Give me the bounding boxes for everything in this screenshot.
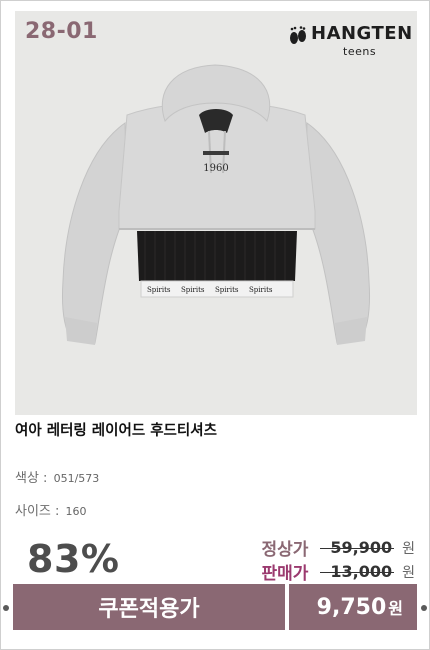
sale-price-row: 판매가 13,000 원 (261, 559, 415, 584)
product-card[interactable]: 1960 Spirits Spirits Spirits Spirits 28-… (0, 0, 430, 650)
color-row: 색상 : 051/573 (15, 467, 99, 486)
size-label: 사이즈 : (15, 504, 60, 519)
sale-price-label: 판매가 (261, 564, 309, 584)
brand-sub: teens (343, 45, 377, 58)
product-title[interactable]: 여아 레터링 레이어드 후드티셔츠 (15, 419, 217, 440)
sale-price-won: 원 (402, 564, 415, 581)
coupon-price-button[interactable]: 쿠폰적용가 (13, 584, 285, 630)
band-text-1: Spirits (147, 286, 171, 294)
color-value: 051/573 (53, 472, 100, 485)
final-price[interactable]: 9,750 원 (289, 584, 417, 630)
brand-logo: HANGTEN teens (287, 21, 412, 63)
hoodie-illustration: 1960 Spirits Spirits Spirits Spirits (62, 64, 370, 345)
size-value: 160 (65, 505, 87, 518)
size-row: 사이즈 : 160 (15, 500, 87, 519)
discount-rate: 83% (27, 537, 120, 581)
sale-price-value: 13,000 (320, 562, 394, 581)
regular-price-value: 59,900 (320, 538, 394, 557)
left-dot (3, 605, 9, 611)
band-text-3: Spirits (215, 286, 239, 294)
color-label: 색상 : (15, 471, 48, 486)
band-text-4: Spirits (249, 286, 273, 294)
regular-price-label: 정상가 (261, 540, 309, 560)
regular-price-won: 원 (402, 540, 415, 557)
product-image[interactable]: 1960 Spirits Spirits Spirits Spirits 28-… (15, 11, 417, 415)
final-price-won: 원 (388, 599, 403, 618)
right-dot (421, 605, 427, 611)
hoodie-print-text: 1960 (203, 163, 228, 174)
footprints-icon (290, 26, 306, 44)
band-text-2: Spirits (181, 286, 205, 294)
product-code: 28-01 (25, 19, 98, 44)
brand-name: HANGTEN (311, 23, 413, 44)
final-price-value: 9,750 (316, 594, 387, 620)
regular-price-row: 정상가 59,900 원 (261, 535, 415, 560)
